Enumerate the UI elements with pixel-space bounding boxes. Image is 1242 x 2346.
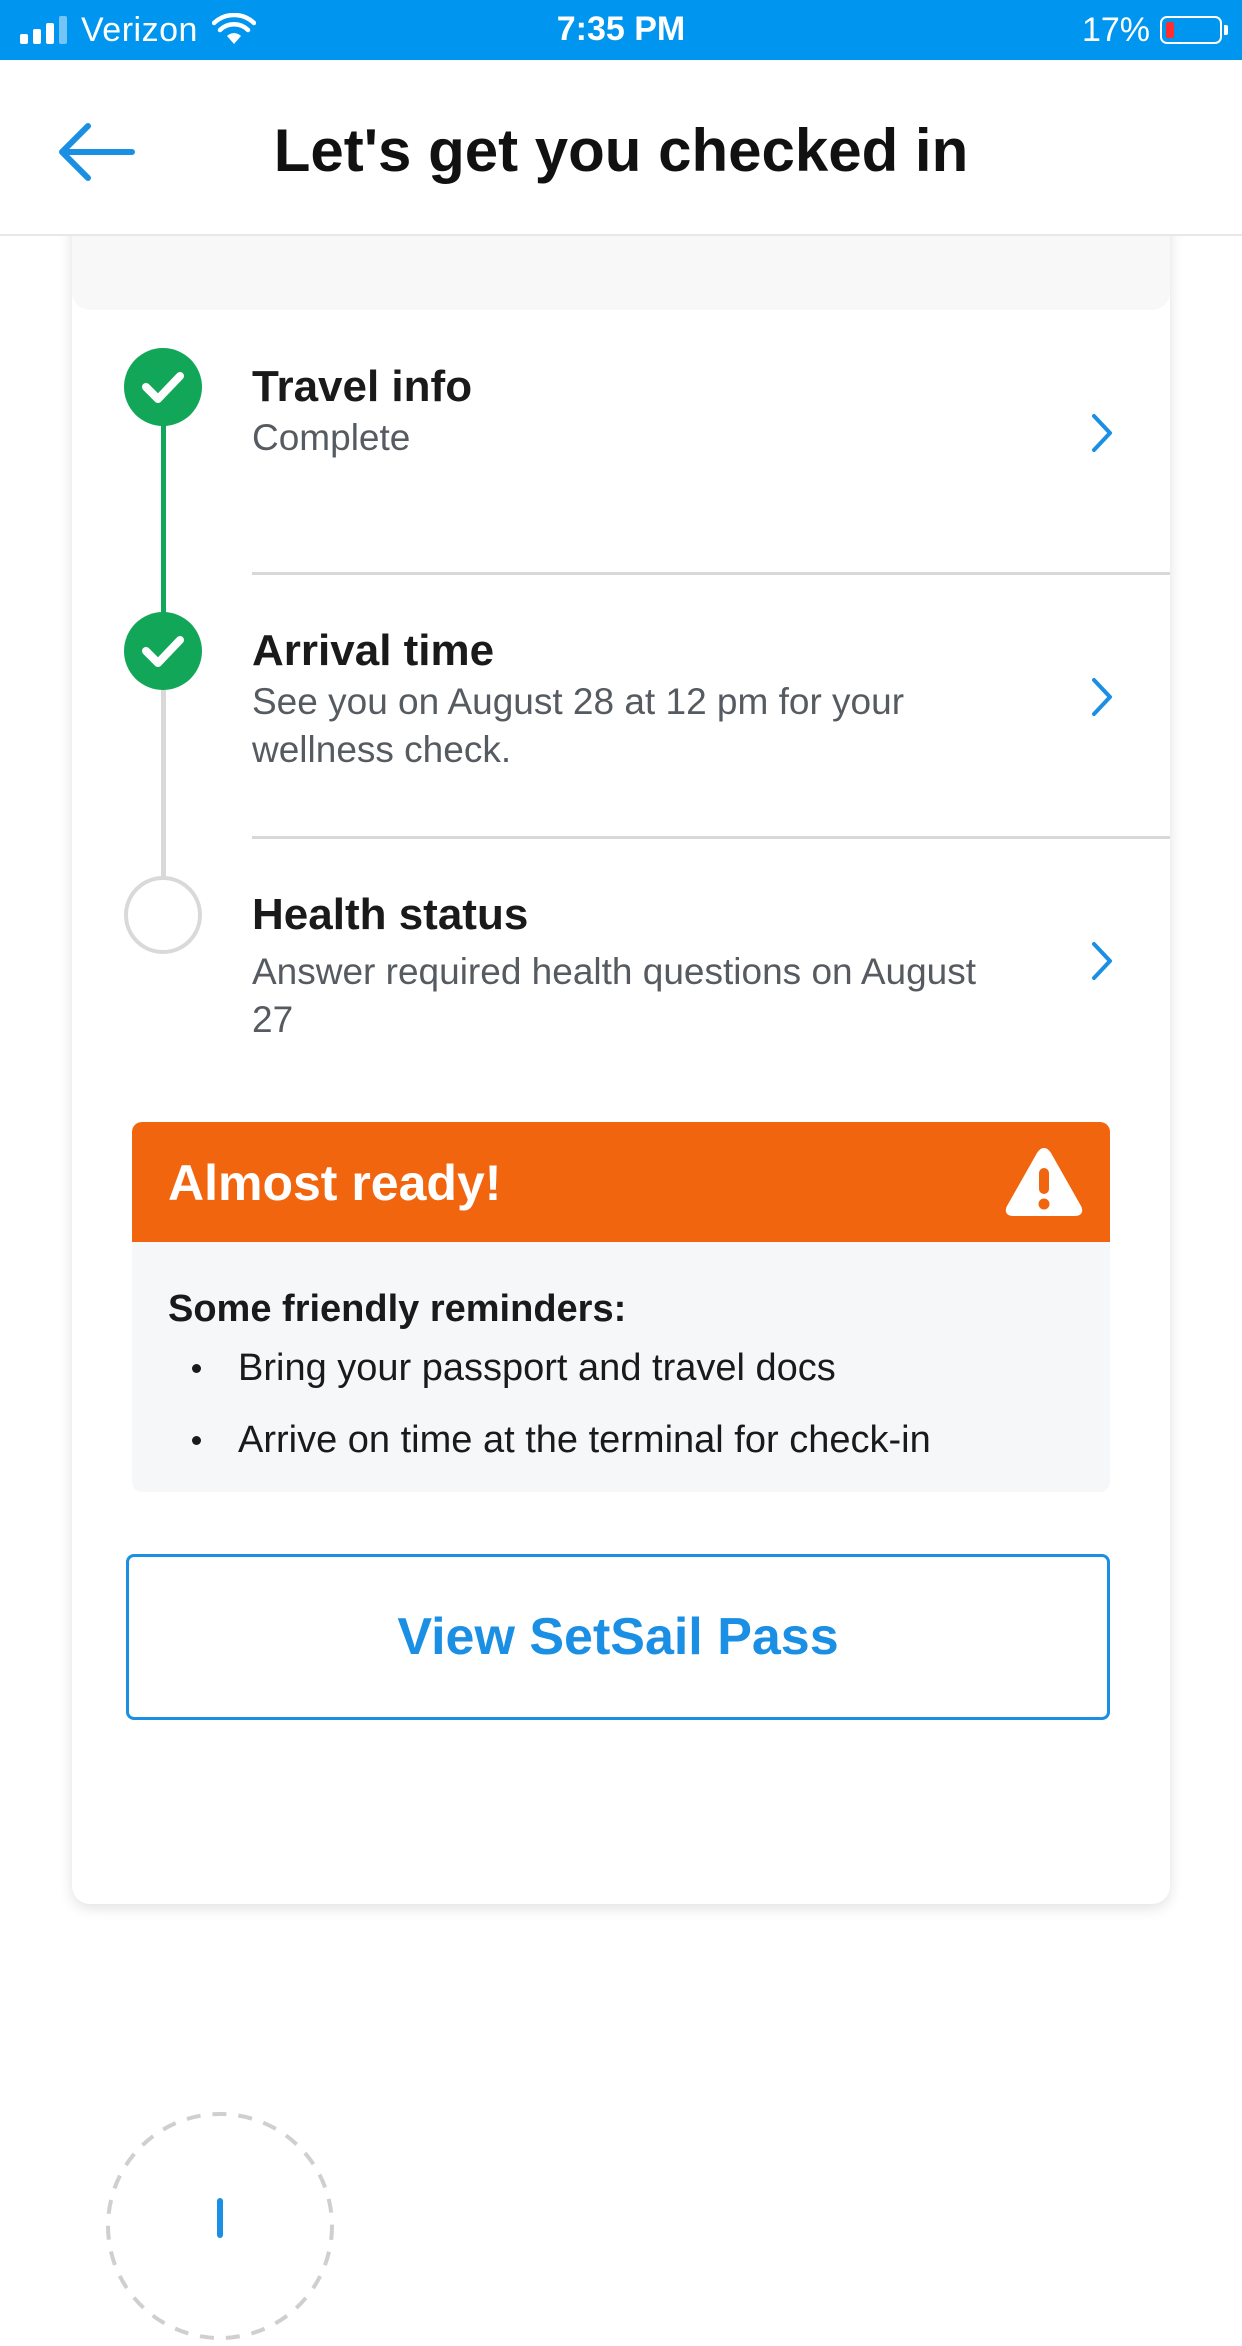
checkin-card: Travel info Complete Arrival time See yo… [72,200,1170,1904]
battery-icon [1160,16,1228,44]
step-subtitle: Answer required health questions on Augu… [252,951,977,1040]
step-health-status[interactable]: Health status Answer required health que… [72,876,1170,1076]
status-bar: Verizon 7:35 PM 17% [0,0,1242,60]
empty-circle-icon [124,876,202,954]
reminders-heading: Some friendly reminders: [168,1288,627,1330]
warning-icon [1005,1148,1083,1216]
divider [252,572,1170,575]
divider [252,836,1170,839]
step-subtitle: See you on August 28 at 12 pm for your w… [252,681,905,770]
view-setsail-pass-button[interactable]: View SetSail Pass [126,1554,1110,1720]
chevron-right-icon [1092,678,1112,716]
step-subtitle: Complete [252,417,411,458]
battery-percent: 17% [1081,10,1150,49]
chevron-right-icon [1092,942,1112,980]
dashed-circle-icon [106,2112,334,2340]
clock: 7:35 PM [556,10,686,48]
step-title: Health status [252,890,529,939]
battery-level [1166,22,1174,38]
check-circle-icon [124,348,202,426]
reminders-list: Bring your passport and travel docs Arri… [168,1344,931,1488]
alert-title: Almost ready! [168,1155,502,1211]
step-title: Arrival time [252,626,495,675]
almost-ready-alert: Almost ready! Some friendly reminders: B… [132,1122,1110,1492]
list-item: Arrive on time at the terminal for check… [168,1416,931,1488]
check-circle-icon [124,612,202,690]
header-bar: Let's get you checked in [0,60,1242,236]
list-item: Bring your passport and travel docs [168,1344,931,1416]
chevron-right-icon [1092,414,1112,452]
page-title: Let's get you checked in [273,117,969,184]
step-title: Travel info [252,362,473,411]
alert-header: Almost ready! [132,1122,1110,1242]
